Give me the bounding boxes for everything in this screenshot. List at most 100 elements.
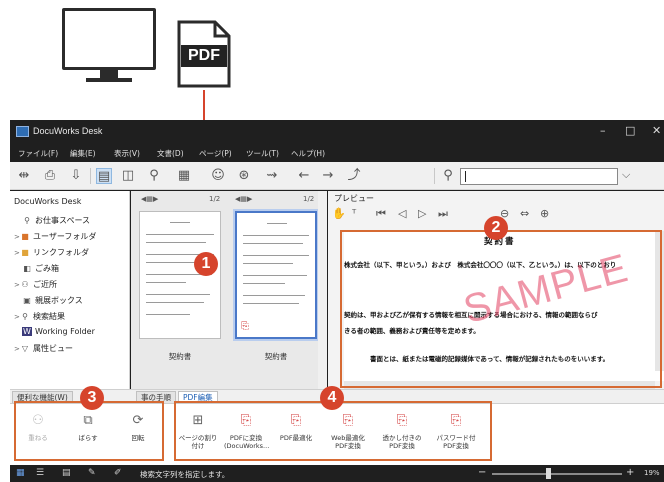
attribute-view-icon: ▽ [21, 344, 29, 353]
text-caret [465, 171, 466, 182]
preview-title: プレビュー [334, 194, 374, 203]
menu-view[interactable]: 表示(V) [114, 148, 140, 159]
zoom-slider[interactable] [492, 473, 622, 475]
minimize-button[interactable]: – [600, 124, 606, 137]
text-line [146, 282, 186, 283]
callout-badge-2: 2 [484, 216, 508, 240]
menu-document[interactable]: 文書(D) [157, 148, 184, 159]
page-count: 1/2 [303, 195, 315, 203]
status-message: 検索文字列を指定します。 [140, 470, 230, 479]
callout-badge-3: 3 [80, 386, 104, 410]
user-icon[interactable]: ☺ [210, 168, 226, 184]
maximize-button[interactable]: □ [625, 124, 635, 137]
status-bar: ▦ ☰ ▤ ✎ ✐ 検索文字列を指定します。 − + 19% [10, 465, 664, 482]
text-line [243, 243, 303, 244]
tree-item-neighbors[interactable]: > ⚇ ご近所 [14, 279, 57, 290]
callout-badge-4: 4 [320, 386, 344, 410]
text-line [146, 234, 214, 235]
zoom-in-button[interactable]: + [626, 467, 634, 478]
menu-page[interactable]: ページ(P) [199, 148, 232, 159]
text-line [146, 294, 210, 295]
toolbar-separator [90, 168, 91, 184]
tree-item-label: ユーザーフォルダ [33, 232, 97, 241]
forward-icon[interactable]: → [320, 168, 336, 184]
print-icon[interactable]: ⎙ [42, 168, 58, 184]
thumbnail-view-icon[interactable]: ▤ [96, 168, 112, 184]
list-mode-icon[interactable]: ☰ [36, 468, 44, 478]
tree-item-trash[interactable]: ◧ ごみ箱 [22, 263, 59, 274]
last-page-icon[interactable]: ⏭ [438, 207, 448, 221]
tree-item-confidential-box[interactable]: ▣ 親展ボックス [22, 295, 83, 306]
text-line [146, 314, 190, 315]
zoom-icon[interactable]: ⚲ [146, 168, 162, 184]
window-title: DocuWorks Desk [33, 126, 103, 136]
tree-item-search-results[interactable]: > ⚲ 検索結果 [14, 311, 65, 322]
previous-page-icon[interactable]: ◁ [398, 207, 406, 220]
zoom-slider-thumb[interactable] [546, 468, 551, 479]
detail-mode-icon[interactable]: ▤ [62, 468, 71, 478]
text-line [170, 222, 190, 223]
import-icon[interactable]: ⇩ [68, 168, 84, 184]
text-line [243, 283, 285, 284]
tree-item-user-folder[interactable]: >■ ユーザーフォルダ [14, 231, 96, 242]
text-line [146, 242, 206, 243]
share-icon[interactable]: ⇝ [264, 168, 280, 184]
back-icon[interactable]: ← [296, 168, 312, 184]
search-icon[interactable]: ⚲ [440, 168, 456, 184]
tree-item-desk[interactable]: DocuWorks Desk [14, 197, 81, 206]
annotation-icon[interactable]: ✎ [88, 468, 96, 478]
callout-box-preview [340, 230, 662, 388]
pin-icon[interactable]: ⇹ [16, 168, 32, 184]
close-button[interactable]: ✕ [652, 124, 661, 137]
text-select-icon[interactable]: ᵀ [352, 207, 356, 220]
split-view-icon[interactable]: ◫ [120, 168, 136, 184]
text-line [243, 235, 309, 236]
link-folder-icon: ■ [21, 248, 29, 257]
zoom-in-icon[interactable]: ⊕ [540, 207, 549, 220]
grid-icon[interactable]: ▦ [176, 168, 192, 184]
screenshot-stage: PDF DocuWorks Desk – □ ✕ ファイル(F) 編集(E) 表… [0, 0, 664, 482]
folder-tree: DocuWorks Desk ⚲ お仕事スペース >■ ユーザーフォルダ >■ リンク… [10, 191, 130, 389]
selected-pdf-thumbnail[interactable]: ⎘ [235, 211, 317, 339]
zoom-out-button[interactable]: − [478, 467, 486, 478]
tree-item-label: リンクフォルダ [33, 248, 89, 257]
pdf-label: PDF [181, 45, 227, 67]
fit-width-icon[interactable]: ⇔ [520, 207, 529, 220]
page-nav-icon[interactable]: ◀▦▶ [141, 195, 158, 207]
search-input[interactable] [460, 168, 618, 185]
callout-badge-1: 1 [194, 252, 218, 276]
thumbnail-mode-icon[interactable]: ▦ [16, 468, 25, 478]
next-page-icon[interactable]: ▷ [418, 207, 426, 220]
tree-item-label: DocuWorks Desk [14, 197, 82, 206]
search-results-icon: ⚲ [22, 312, 28, 321]
toolbar-separator [434, 168, 435, 184]
text-line [243, 263, 293, 264]
up-folder-icon[interactable]: ⤴ [346, 168, 362, 184]
title-bar: DocuWorks Desk – □ ✕ [10, 120, 664, 144]
tree-item-label: 検索結果 [33, 312, 65, 321]
hand-tool-icon[interactable]: ✋ [332, 207, 346, 220]
tree-item-working-folder[interactable]: W Working Folder [22, 327, 95, 336]
page-nav-icon[interactable]: ◀▦▶ [235, 195, 252, 207]
stamp-icon[interactable]: ⊛ [236, 168, 252, 184]
menu-help[interactable]: ヘルプ(H) [291, 148, 325, 159]
page-count: 1/2 [209, 195, 221, 203]
confidential-box-icon: ▣ [23, 296, 31, 305]
tree-item-label: Working Folder [35, 327, 95, 336]
tree-item-label: ごみ箱 [35, 264, 59, 273]
search-dropdown-icon[interactable]: ⌵ [622, 168, 630, 182]
pen-icon[interactable]: ✐ [114, 468, 122, 478]
neighbors-icon: ⚇ [21, 280, 29, 289]
tree-item-label: お仕事スペース [35, 216, 91, 225]
tree-item-workspace[interactable]: ⚲ お仕事スペース [22, 215, 90, 226]
menu-tools[interactable]: ツール(T) [246, 148, 279, 159]
menu-edit[interactable]: 編集(E) [70, 148, 96, 159]
tree-item-attribute-view[interactable]: > ▽ 属性ビュー [14, 343, 73, 354]
first-page-icon[interactable]: ⏮ [376, 207, 386, 221]
thumbnail-scrollbar[interactable] [318, 191, 327, 389]
app-logo-icon [16, 126, 29, 137]
menu-file[interactable]: ファイル(F) [18, 148, 58, 159]
text-line [243, 275, 307, 276]
tree-item-link-folder[interactable]: >■ リンクフォルダ [14, 247, 89, 258]
thumbnail-label: 契約書 [264, 352, 288, 361]
